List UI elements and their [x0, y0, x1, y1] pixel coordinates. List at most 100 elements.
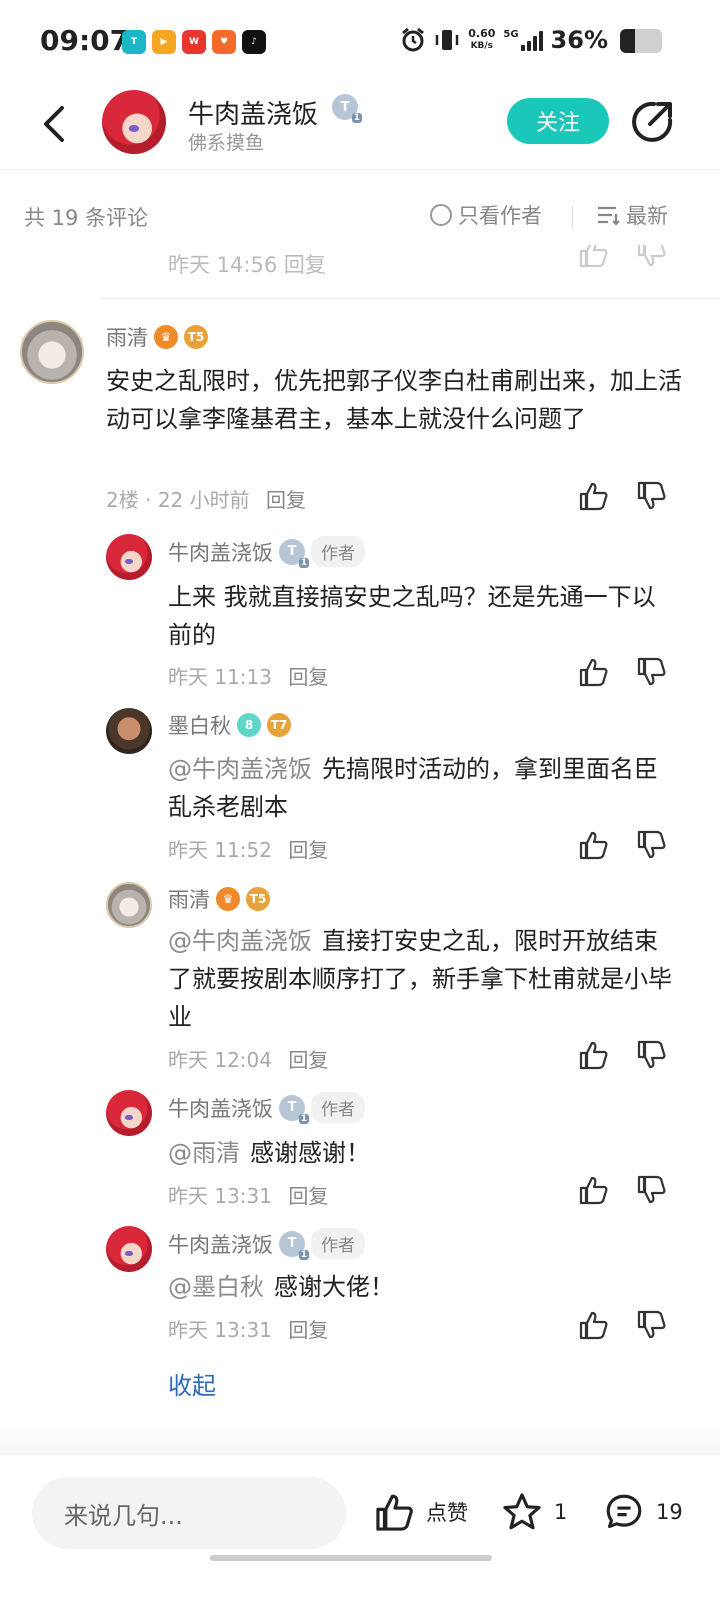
home-indicator[interactable]: [210, 1555, 492, 1561]
creator-badge-icon: T1: [279, 1230, 309, 1260]
reply-button[interactable]: 回复: [288, 838, 328, 862]
divider: [100, 298, 720, 299]
comment-sort-bar: 共 19 条评论 只看作者 最新: [0, 190, 720, 240]
radio-icon: [430, 204, 452, 226]
thumbs-down-icon[interactable]: [636, 829, 668, 861]
reply-button[interactable]: 回复: [288, 1184, 328, 1208]
reply-button[interactable]: 回复: [288, 665, 328, 689]
author-avatar[interactable]: [102, 90, 166, 154]
thumbs-up-icon[interactable]: [578, 1174, 610, 1206]
thumbs-up-icon[interactable]: [578, 656, 610, 688]
commenter-name-text: 雨清: [106, 326, 148, 350]
comment-count: 共 19 条评论: [24, 206, 149, 230]
thumbs-down-icon[interactable]: [636, 1174, 668, 1206]
comment-body: 感谢大佬！: [274, 1273, 394, 1301]
author-signature: 佛系摸鱼: [188, 132, 265, 154]
avatar[interactable]: [106, 534, 152, 580]
mention-link[interactable]: @牛肉盖浇饭: [168, 755, 312, 783]
thumbs-down-icon[interactable]: [636, 480, 668, 512]
author-only-label: 只看作者: [458, 204, 542, 228]
creator-badge-icon: T1: [279, 1094, 309, 1124]
comment-text: @牛肉盖浇饭 直接打安史之乱，限时开放结束了就要按剧本顺序打了，新手拿下杜甫就是小…: [168, 922, 678, 1036]
commenter-name[interactable]: 雨清 ♛ T5: [168, 884, 270, 914]
post-header: 牛肉盖浇饭 T1 佛系摸鱼 关注: [0, 84, 720, 170]
trophy-badge-icon: ♛: [216, 887, 240, 911]
vibrate-icon: [435, 30, 459, 50]
thumbs-up-icon[interactable]: [578, 1309, 610, 1341]
net-speed-value: 0.60: [468, 27, 496, 40]
reply-button[interactable]: 回复: [288, 1318, 328, 1342]
share-button[interactable]: [630, 100, 674, 144]
comment-meta: 昨天 12:04 回复: [168, 1044, 328, 1073]
signal-icon: [520, 29, 543, 51]
sort-label: 最新: [626, 204, 668, 228]
favorite-button[interactable]: 1: [500, 1491, 567, 1533]
comment-body: 感谢感谢！: [250, 1139, 370, 1167]
thumbs-up-icon[interactable]: [578, 245, 610, 269]
comment-time: 昨天 11:52: [168, 838, 272, 862]
author-name[interactable]: 牛肉盖浇饭: [188, 94, 318, 131]
author-tag: 作者: [311, 1228, 365, 1259]
thumbs-up-icon[interactable]: [578, 829, 610, 861]
commenter-name[interactable]: 牛肉盖浇饭 T1 作者: [168, 536, 365, 568]
avatar[interactable]: [106, 708, 152, 754]
creator-badge-icon: T1: [279, 538, 309, 568]
thumbs-up-icon[interactable]: [578, 480, 610, 512]
level-badge-icon: T5: [246, 887, 270, 911]
comment-text: @雨清 感谢感谢！: [168, 1134, 678, 1172]
thumbs-down-icon[interactable]: [636, 1309, 668, 1341]
reply-button[interactable]: 回复: [266, 488, 306, 512]
comment-meta: 昨天 13:31 回复: [168, 1314, 328, 1343]
partial-meta-text: 昨天 14:56 回复: [168, 253, 326, 275]
author-tag: 作者: [311, 1092, 365, 1123]
comment-actions: [578, 1039, 668, 1071]
comment-actions: [578, 656, 668, 688]
comment-text: 安史之乱限时，优先把郭子仪李白杜甫刷出来，加上活动可以拿李隆基君主，基本上就没什…: [106, 367, 682, 433]
sort-icon: [598, 206, 620, 226]
like-button[interactable]: 点赞: [374, 1491, 468, 1533]
follow-button[interactable]: 关注: [507, 98, 609, 144]
net-speed: 0.60 KB/s: [468, 28, 495, 52]
partial-comment-meta: 昨天 14:56 回复: [168, 245, 688, 275]
level-8-badge-icon: 8: [237, 713, 261, 737]
avatar[interactable]: [106, 882, 152, 928]
comments-button[interactable]: 19: [602, 1491, 683, 1533]
thumbs-down-icon[interactable]: [636, 656, 668, 688]
collapse-replies-button[interactable]: 收起: [168, 1366, 216, 1401]
commenter-name[interactable]: 牛肉盖浇饭 T1 作者: [168, 1228, 365, 1260]
mention-link[interactable]: @墨白秋: [168, 1273, 264, 1301]
thumbs-up-icon: [376, 1494, 413, 1531]
battery-percent: 36%: [550, 26, 608, 54]
avatar[interactable]: [20, 320, 84, 384]
author-only-toggle[interactable]: 只看作者: [430, 200, 542, 230]
commenter-name[interactable]: 牛肉盖浇饭 T1 作者: [168, 1092, 365, 1124]
commenter-name[interactable]: 雨清 ♛ T5: [106, 322, 208, 352]
net-speed-unit: KB/s: [470, 41, 494, 51]
status-indicators: 0.60 KB/s 5G 36%: [400, 26, 608, 54]
bottom-bar-shadow: [0, 1424, 720, 1454]
mention-link[interactable]: @雨清: [168, 1139, 240, 1167]
commenter-name-text: 牛肉盖浇饭: [168, 1096, 273, 1121]
comment-time: 昨天 11:13: [168, 665, 272, 689]
comment-input[interactable]: 来说几句...: [32, 1477, 346, 1549]
comment-actions: [578, 1174, 668, 1206]
comment-actions: [578, 1309, 668, 1341]
network-type: 5G: [503, 29, 519, 40]
star-icon: [503, 1493, 541, 1530]
thumbs-up-icon[interactable]: [578, 1039, 610, 1071]
avatar[interactable]: [106, 1226, 152, 1272]
reply-button[interactable]: 回复: [288, 1048, 328, 1072]
comment-meta: 昨天 13:31 回复: [168, 1180, 328, 1209]
comment-actions: [578, 829, 668, 861]
creator-badge-icon: T1: [332, 94, 362, 123]
sort-newest-button[interactable]: 最新: [596, 200, 668, 230]
thumbs-down-icon[interactable]: [636, 1039, 668, 1071]
avatar[interactable]: [106, 1090, 152, 1136]
commenter-name[interactable]: 墨白秋 8 T7: [168, 710, 291, 740]
thumbs-down-icon[interactable]: [636, 245, 668, 269]
back-button[interactable]: [34, 102, 74, 146]
author-tag: 作者: [311, 536, 365, 567]
comment-text: 上来 我就直接搞安史之乱吗？还是先通一下以前的: [168, 583, 656, 649]
trophy-badge-icon: ♛: [154, 325, 178, 349]
mention-link[interactable]: @牛肉盖浇饭: [168, 927, 312, 955]
